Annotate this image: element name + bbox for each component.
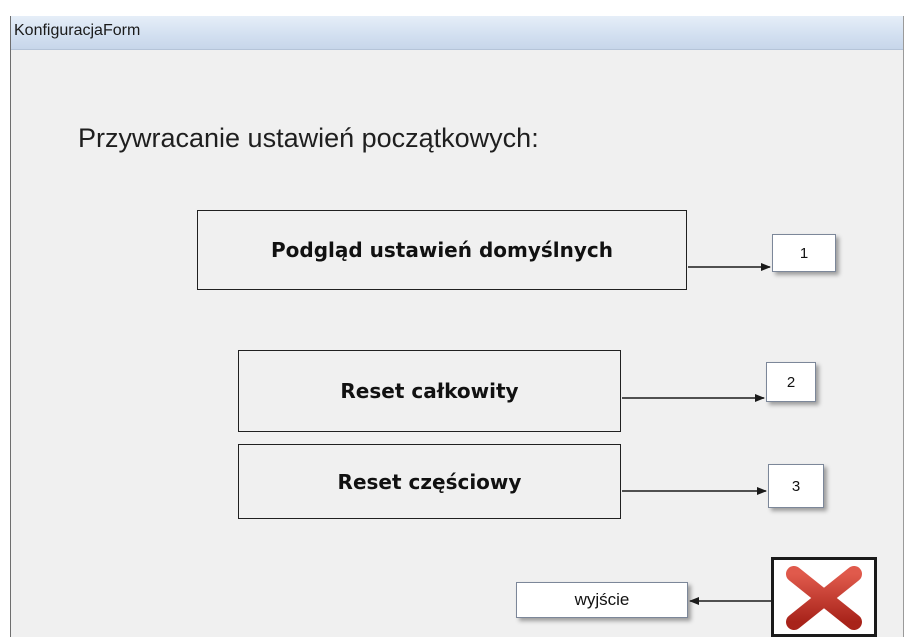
annotation-arrows: [622, 263, 772, 605]
